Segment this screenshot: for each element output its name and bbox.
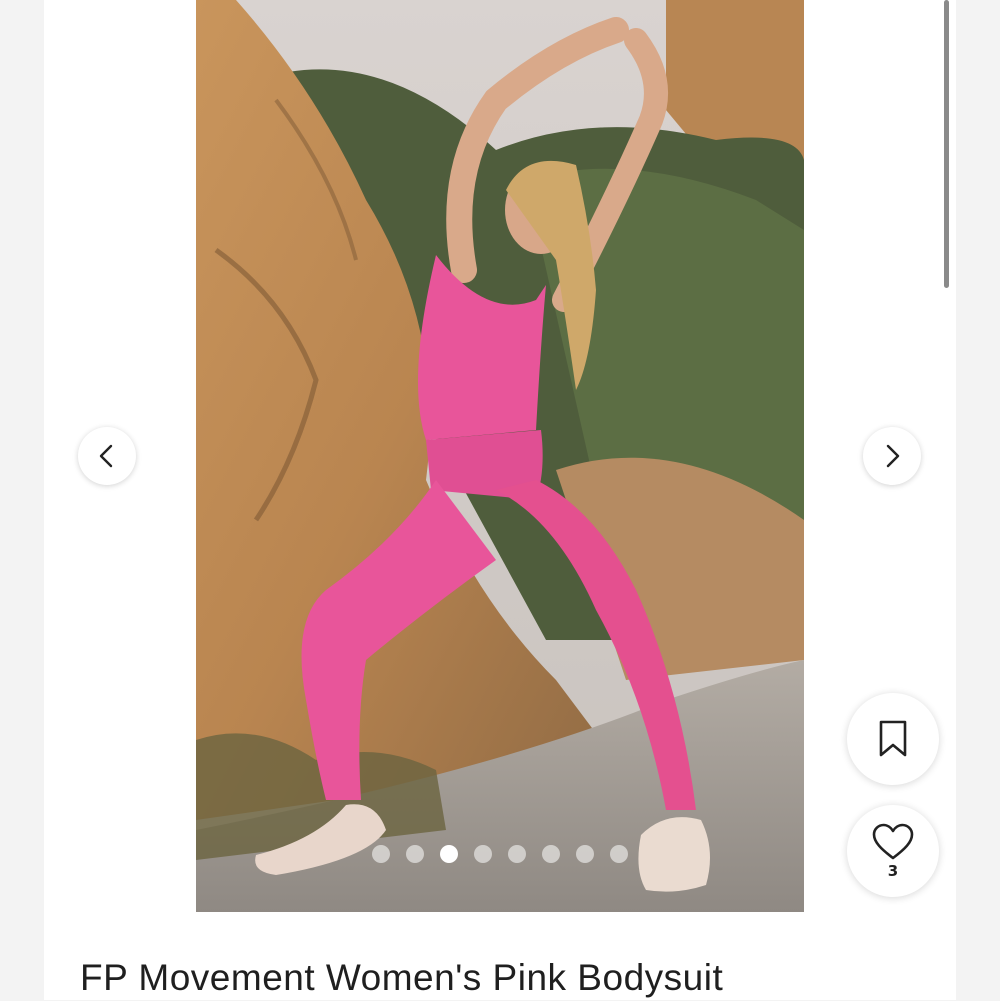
carousel-dot[interactable]	[542, 845, 560, 863]
chevron-right-icon	[886, 444, 900, 468]
chevron-left-icon	[99, 444, 113, 468]
bookmark-icon	[879, 720, 907, 757]
heart-icon	[872, 823, 914, 860]
carousel-indicator	[372, 845, 628, 863]
listing-title: FP Movement Women's Pink Bodysuit	[80, 957, 724, 998]
product-photo-art	[196, 0, 804, 912]
like-button[interactable]: 3	[847, 805, 939, 897]
scrollbar[interactable]	[944, 0, 949, 288]
previous-image-button[interactable]	[78, 427, 136, 485]
carousel-dot[interactable]	[372, 845, 390, 863]
carousel-dot[interactable]	[508, 845, 526, 863]
save-button[interactable]	[847, 693, 939, 785]
carousel-dot[interactable]	[576, 845, 594, 863]
next-image-button[interactable]	[863, 427, 921, 485]
carousel-dot-active[interactable]	[440, 845, 458, 863]
carousel-dot[interactable]	[610, 845, 628, 863]
like-count: 3	[887, 862, 899, 880]
carousel-dot[interactable]	[406, 845, 424, 863]
product-photo[interactable]	[196, 0, 804, 912]
carousel-dot[interactable]	[474, 845, 492, 863]
